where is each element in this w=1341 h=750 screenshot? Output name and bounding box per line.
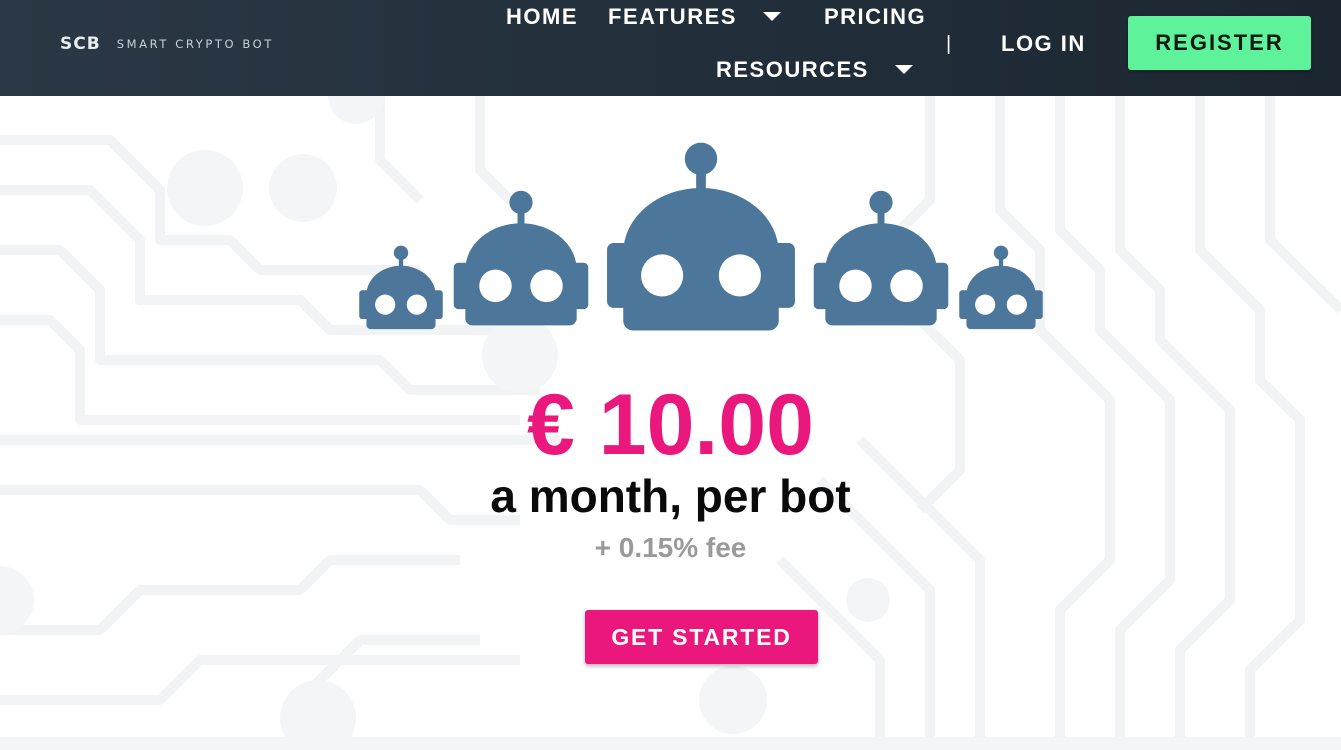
top-navbar: SCB SMART CRYPTO BOT HOME FEATURES PRICI… bbox=[0, 0, 1341, 96]
price-amount: € 10.00 bbox=[527, 377, 814, 473]
get-started-button[interactable]: GET STARTED bbox=[585, 610, 818, 664]
nav-pricing[interactable]: PRICING bbox=[824, 4, 926, 30]
site-logo[interactable]: SCB SMART CRYPTO BOT bbox=[60, 34, 274, 54]
price-fee: + 0.15% fee bbox=[594, 532, 747, 563]
price-period: a month, per bot bbox=[490, 470, 851, 522]
login-link[interactable]: LOG IN bbox=[1001, 31, 1086, 57]
bottom-strip bbox=[0, 737, 1341, 750]
nav-features-label: FEATURES bbox=[608, 4, 737, 29]
logo-mark: SCB bbox=[60, 34, 101, 54]
nav-resources-label: RESOURCES bbox=[716, 57, 869, 82]
caret-down-icon bbox=[894, 64, 913, 74]
logo-text: SMART CRYPTO BOT bbox=[116, 37, 274, 51]
nav-separator: | bbox=[946, 33, 952, 55]
nav-features[interactable]: FEATURES bbox=[608, 4, 781, 30]
caret-down-icon bbox=[762, 11, 781, 21]
nav-home[interactable]: HOME bbox=[506, 4, 578, 30]
nav-resources[interactable]: RESOURCES bbox=[716, 57, 913, 83]
register-button[interactable]: REGISTER bbox=[1128, 16, 1311, 70]
